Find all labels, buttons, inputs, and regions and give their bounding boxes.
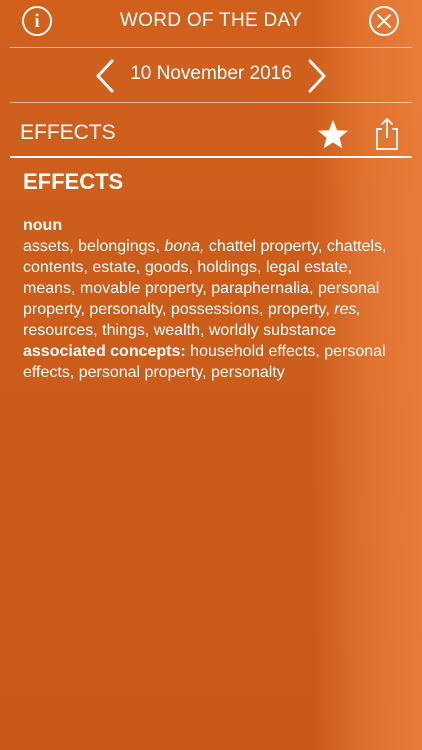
page-title: WORD OF THE DAY (119, 10, 303, 31)
chevron-right-icon[interactable] (304, 58, 330, 94)
synonym-segment: resources, things, wealth, worldly subst… (23, 322, 337, 339)
close-icon (377, 14, 391, 28)
associated-concepts: associated concepts: household effects, … (23, 341, 403, 383)
definition-entry: EFFECTS noun assets, belongings, bona, c… (23, 168, 403, 383)
date-navigation: 10 November 2016 (0, 56, 422, 96)
synonym-segment-italic: bona, (164, 238, 205, 255)
divider (10, 47, 412, 48)
synonyms-text: assets, belongings, bona, chattel proper… (23, 236, 403, 341)
synonym-segment: assets, belongings, (23, 238, 165, 255)
headword: EFFECTS (23, 169, 124, 194)
part-of-speech: noun (23, 217, 63, 234)
word-bar: EFFECTS (0, 108, 422, 156)
synonym-segment-italic: res, (334, 301, 361, 318)
divider (10, 156, 412, 158)
word-title: EFFECTS (20, 121, 116, 144)
divider (10, 102, 412, 103)
share-icon[interactable] (372, 116, 402, 152)
associated-concepts-label: associated concepts: (23, 343, 186, 360)
close-button[interactable] (369, 6, 399, 36)
date-label: 10 November 2016 (130, 63, 292, 84)
top-bar: i WORD OF THE DAY (0, 0, 422, 44)
star-icon[interactable] (316, 118, 350, 152)
